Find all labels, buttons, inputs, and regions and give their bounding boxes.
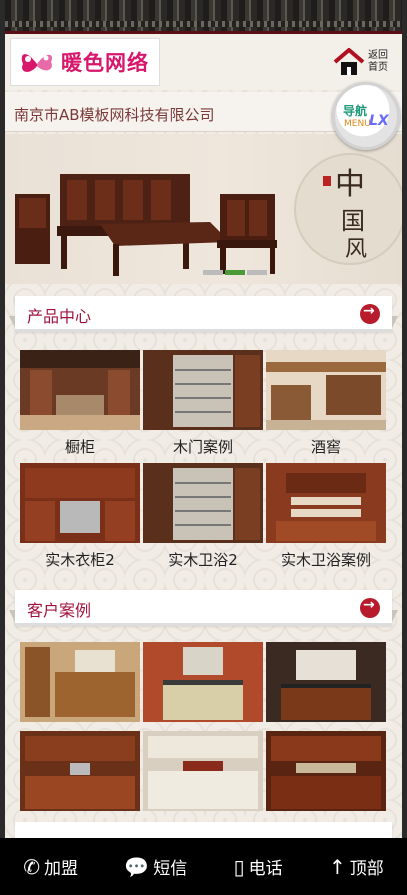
company-name: 南京市AB模板网科技有限公司 (14, 106, 215, 124)
product-caption: 酒窖 (310, 438, 341, 456)
product-caption: 木门案例 (172, 438, 233, 456)
product-image (266, 463, 386, 543)
product-image (20, 463, 140, 543)
product-image (20, 350, 140, 430)
top-button[interactable]: ↑ 顶部 (329, 854, 384, 880)
case-image[interactable] (143, 731, 263, 811)
product-caption: 实木衣柜2 (45, 551, 115, 569)
arrow-right-icon[interactable] (360, 303, 380, 324)
product-image (143, 463, 263, 543)
logo-text: 暖色网络 (61, 51, 149, 75)
page: 暖色网络 返回首页 南京市AB模板网科技有限公司 导航 MENU LX 中 国 … (5, 0, 402, 895)
products-section-header[interactable]: 产品中心 (9, 296, 398, 332)
carousel-dot[interactable] (203, 270, 223, 275)
svg-text:风: 风 (345, 237, 367, 262)
cases-section-title: 客户案例 (27, 601, 92, 620)
mobile-icon: ▯ (233, 854, 245, 879)
sms-button[interactable]: 💬 短信 (124, 854, 188, 880)
top-label: 顶部 (349, 859, 384, 879)
banner-carousel[interactable]: 中 国 风 (5, 134, 402, 284)
menu-label-cn: 导航 (343, 104, 368, 118)
product-caption: 实木卫浴案例 (280, 551, 371, 569)
top-ornament-border (5, 0, 402, 34)
carousel-indicators (203, 270, 267, 275)
product-item[interactable]: 实木卫浴案例 (266, 463, 386, 573)
butterfly-logo-icon (21, 54, 53, 72)
product-item[interactable]: 实木衣柜2 (20, 463, 140, 573)
product-item[interactable]: 木门案例 (143, 350, 263, 460)
case-image[interactable] (20, 731, 140, 811)
product-item[interactable]: 橱柜 (20, 350, 140, 460)
cases-grid (20, 642, 387, 817)
home-button[interactable]: 返回首页 (332, 42, 392, 82)
product-image (143, 350, 263, 430)
case-image[interactable] (20, 642, 140, 722)
product-caption: 实木卫浴2 (168, 551, 238, 569)
menu-label-en: MENU (344, 119, 371, 129)
arrow-up-icon: ↑ (329, 854, 346, 879)
nav-menu-button[interactable]: 导航 MENU LX (332, 82, 400, 150)
logo[interactable]: 暖色网络 (10, 38, 160, 86)
products-section-title: 产品中心 (27, 307, 92, 326)
phone-icon: ✆ (23, 854, 40, 879)
home-label: 返回首页 (368, 50, 388, 73)
product-image (266, 350, 386, 430)
case-image[interactable] (266, 731, 386, 811)
svg-text:中: 中 (335, 167, 365, 202)
product-caption: 橱柜 (64, 438, 95, 456)
arrow-right-icon[interactable] (360, 597, 380, 618)
join-button[interactable]: ✆ 加盟 (23, 854, 78, 880)
carousel-dot-active[interactable] (225, 270, 245, 275)
carousel-dot[interactable] (247, 270, 267, 275)
svg-text:国: 国 (341, 207, 365, 235)
header: 暖色网络 返回首页 (5, 34, 402, 90)
home-icon (333, 48, 365, 75)
menu-mark: LX (369, 113, 389, 129)
sms-label: 短信 (153, 859, 188, 879)
case-image[interactable] (266, 642, 386, 722)
cases-section-header[interactable]: 客户案例 (9, 590, 398, 626)
sms-icon: 💬 (124, 854, 150, 879)
product-item[interactable]: 实木卫浴2 (143, 463, 263, 573)
bottom-action-bar: ✆ 加盟 💬 短信 ▯ 电话 ↑ 顶部 (0, 838, 407, 895)
call-button[interactable]: ▯ 电话 (233, 854, 283, 880)
call-label: 电话 (248, 859, 283, 879)
banner-image: 中 国 风 (15, 153, 402, 276)
join-label: 加盟 (43, 859, 78, 879)
product-item[interactable]: 酒窖 (266, 350, 386, 460)
products-grid: 橱柜 木门案例 酒窖 实木衣柜2 实木卫浴2 实木卫浴案例 (20, 350, 387, 573)
case-image[interactable] (143, 642, 263, 722)
